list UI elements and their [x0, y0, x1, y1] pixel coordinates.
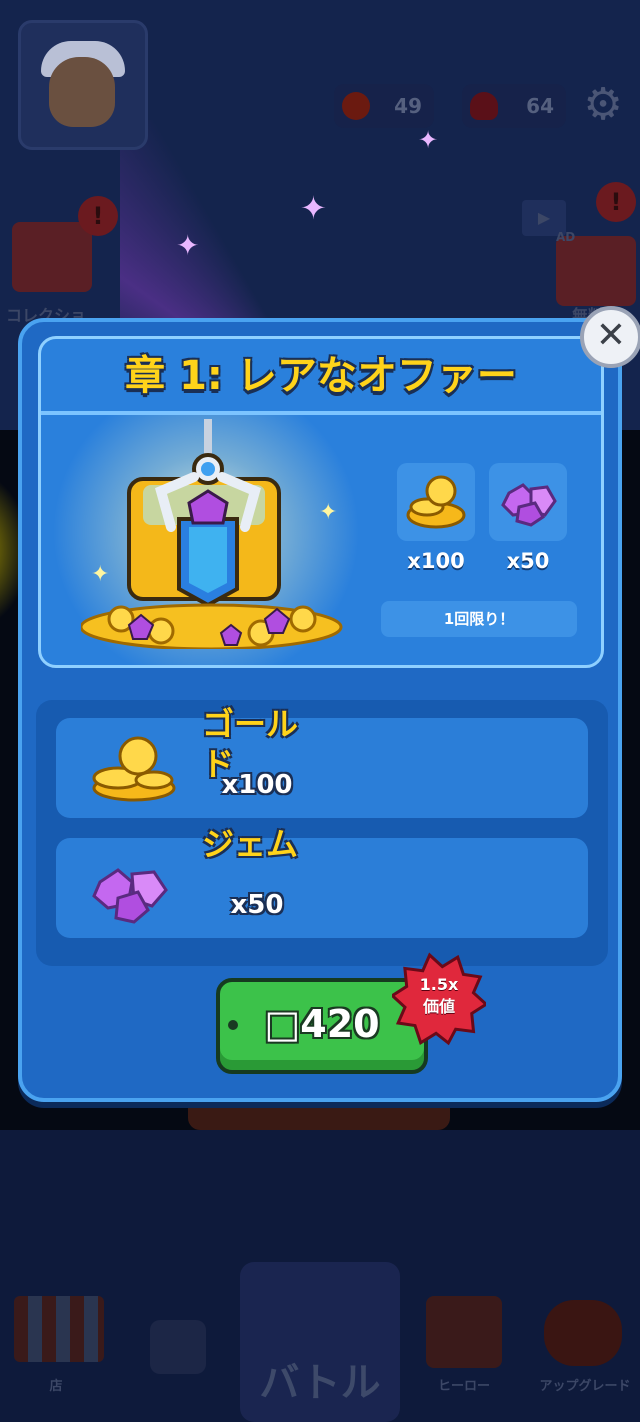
purple-gems-icon — [92, 868, 168, 924]
close-button[interactable]: ✕ — [580, 306, 640, 368]
ad-badge: AD — [556, 230, 576, 244]
reward-tile-gems — [489, 463, 567, 541]
avatar-face — [49, 57, 115, 127]
nav-upgrade[interactable]: アップグレード — [530, 1290, 640, 1400]
gift-box-icon[interactable] — [12, 222, 92, 292]
nav-upgrade-label: アップグレード — [539, 1379, 631, 1394]
alert-icon: ! — [596, 182, 636, 222]
player-avatar[interactable] — [18, 20, 148, 150]
list-item-gold: ゴールド x100 — [56, 705, 588, 818]
purple-gems-icon — [501, 483, 557, 527]
mushroom-resource-value: 64 — [526, 94, 554, 118]
reward-gold-qty: x100 — [407, 549, 465, 573]
gold-coins-icon — [406, 475, 466, 529]
value-badge: 1.5x 価値 — [389, 952, 489, 1046]
shop-stall-icon — [14, 1296, 104, 1362]
nav-battle[interactable]: バトル — [240, 1262, 400, 1422]
treasure-chest-claw-icon: ✦ ✦ — [81, 419, 343, 649]
sparkle-icon: ✦ — [418, 126, 439, 154]
item-gold-qty: x100 — [221, 770, 293, 800]
ad-gift-box-icon[interactable] — [556, 236, 636, 306]
sparkle-icon: ✦ — [300, 189, 327, 227]
settings-gear-icon[interactable]: ⚙ — [578, 80, 628, 130]
value-badge-multiplier: 1.5x — [419, 975, 459, 994]
item-gems-name: ジェム — [202, 825, 299, 863]
svg-text:✦: ✦ — [91, 562, 109, 587]
offer-header-panel: 章 1: レアなオファー ✦ ✦ x100 x50 1回限り！ — [38, 336, 604, 668]
nav-heroes-label: ヒーロー — [437, 1379, 490, 1394]
list-item-gems: ジェム x50 — [56, 825, 588, 938]
gold-coins-icon — [92, 736, 176, 802]
item-gems-qty: x50 — [230, 890, 284, 920]
value-badge-text: 1.5x 価値 — [392, 974, 486, 1018]
value-badge-label: 価値 — [422, 997, 455, 1016]
nav-locked[interactable] — [130, 1290, 230, 1400]
nav-battle-label: バトル — [259, 1360, 381, 1406]
lock-icon — [150, 1320, 206, 1374]
offer-title: 章 1: レアなオファー — [125, 353, 517, 399]
mushroom-icon — [470, 92, 498, 120]
mushroom-resource-pill[interactable]: 64 — [462, 84, 566, 128]
hero-chest-icon — [426, 1296, 502, 1368]
svg-text:✦: ✦ — [319, 500, 337, 525]
reward-gems-qty: x50 — [506, 549, 550, 573]
upgrade-icon — [544, 1300, 622, 1366]
nav-shop[interactable]: 店 — [6, 1290, 106, 1400]
alert-icon: ! — [78, 196, 118, 236]
coin-resource-pill[interactable]: 49 — [334, 84, 434, 128]
coin-resource-value: 49 — [394, 94, 422, 118]
reward-tile-gold — [397, 463, 475, 541]
sparkle-icon: ✦ — [176, 229, 200, 262]
offer-items-list: ゴールド x100 ジェム x50 — [36, 700, 608, 966]
offer-modal: 章 1: レアなオファー ✦ ✦ x100 x50 1回限り！ ゴールド x10… — [18, 318, 622, 1102]
nav-shop-label: 店 — [49, 1379, 63, 1394]
nav-heroes[interactable]: ヒーロー — [414, 1290, 514, 1400]
one-time-limit-label: 1回限り！ — [381, 601, 577, 637]
coin-icon — [342, 92, 370, 120]
